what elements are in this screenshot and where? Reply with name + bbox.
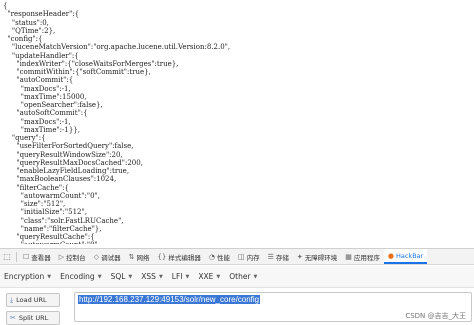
devtools-tab-icon: {} <box>157 252 167 261</box>
hackbar-menu-item[interactable]: Encryption ▼ <box>4 272 51 281</box>
devtools-tab-icon: ☐ <box>23 252 30 261</box>
hackbar-menu-item[interactable]: SQL ▼ <box>111 272 133 281</box>
devtools-tab-label: 样式编辑器 <box>168 253 201 262</box>
hackbar-menu-item[interactable]: XXE ▼ <box>198 272 220 281</box>
devtools-tab-label: 查看器 <box>31 253 51 262</box>
devtools-toolbar: ⬚ ☐ 查看器 ▷ 控制台 ◇ 调试器 ⇅ 网络{} 样式编辑器 ◔ 性能 ◫ 内存 ☰ 存储 ✦ 无障碍环境 ▦… <box>0 248 474 265</box>
hackbar-menu-label: Other <box>229 272 251 281</box>
devtools-tab[interactable]: {} 样式编辑器 <box>153 249 204 264</box>
tab-separator <box>16 251 17 262</box>
devtools-tab[interactable]: ☐ 查看器 <box>19 249 55 264</box>
devtools-tab[interactable]: ☰ 存储 <box>264 249 293 264</box>
chevron-down-icon: ▼ <box>128 273 133 280</box>
devtools-tab-label: 存储 <box>275 253 289 262</box>
devtools-tabs: ☐ 查看器 ▷ 控制台 ◇ 调试器 ⇅ 网络{} 样式编辑器 ◔ 性能 ◫ 内存 ☰ 存储 ✦ 无障碍环境 ▦ 应用… <box>14 249 428 264</box>
hackbar-menu-item[interactable]: Encoding ▼ <box>60 272 101 281</box>
hackbar-body: ⤓ Load URL ✂ Split URL http://192.168.23… <box>0 288 474 325</box>
hackbar-menu-item[interactable]: XSS ▼ <box>141 272 163 281</box>
devtools-tab[interactable]: ◇ 调试器 <box>90 249 125 264</box>
hackbar-menu-item[interactable]: LFI ▼ <box>172 272 190 281</box>
chevron-down-icon: ▼ <box>97 273 102 280</box>
devtools-tab-label: 无障碍环境 <box>304 253 338 262</box>
hackbar-menu: Encryption ▼ Encoding ▼ SQL ▼ XSS ▼ LFI ▼ XXE ▼ Othe… <box>0 266 474 288</box>
split-url-label: Split URL <box>18 314 49 322</box>
devtools-tab[interactable]: ● HackBar <box>383 249 428 264</box>
load-url-icon: ⤓ <box>10 295 14 304</box>
devtools-tab-icon: ⇅ <box>128 252 135 261</box>
load-url-button[interactable]: ⤓ Load URL <box>6 293 60 307</box>
devtools-tab-label: 网络 <box>136 253 150 262</box>
devtools-tab-label: 应用程序 <box>353 253 380 262</box>
devtools-tab[interactable]: ◫ 内存 <box>234 249 264 264</box>
load-url-label: Load URL <box>16 296 47 304</box>
devtools-tab[interactable]: ⇅ 网络 <box>125 249 154 264</box>
devtools-tab-icon: ◫ <box>237 252 245 261</box>
chevron-down-icon: ▼ <box>253 273 258 280</box>
devtools-tab-label: 控制台 <box>66 253 86 262</box>
devtools-tab-label: 调试器 <box>101 253 121 262</box>
element-picker-icon[interactable]: ⬚ <box>0 249 14 264</box>
devtools-tab[interactable]: ▷ 控制台 <box>55 249 90 264</box>
chevron-down-icon: ▼ <box>158 273 163 280</box>
devtools-tab-label: HackBar <box>395 251 424 260</box>
devtools-tab-icon: ◇ <box>93 252 100 261</box>
hackbar-menu-label: XXE <box>198 272 214 281</box>
json-text: { "responseHeader":{ "status":0, "QTime"… <box>3 2 231 244</box>
split-url-icon: ✂ <box>10 314 16 322</box>
json-response-viewer: { "responseHeader":{ "status":0, "QTime"… <box>0 0 474 244</box>
devtools-tab-icon: ● <box>387 251 394 260</box>
hackbar-menu-item[interactable]: Other ▼ <box>229 272 257 281</box>
devtools-tab-label: 内存 <box>246 253 260 262</box>
hackbar-menu-label: SQL <box>110 272 126 281</box>
hackbar-menu-label: XSS <box>141 272 156 281</box>
devtools-tab[interactable]: ✦ 无障碍环境 <box>293 249 341 264</box>
hackbar-menu-label: Encoding <box>60 272 95 281</box>
hackbar-menu-label: LFI <box>171 272 183 281</box>
devtools-tab[interactable]: ▦ 应用程序 <box>341 249 384 264</box>
split-url-button[interactable]: ✂ Split URL <box>6 311 60 325</box>
devtools-tab[interactable]: ◔ 性能 <box>205 249 234 264</box>
chevron-down-icon: ▼ <box>185 273 190 280</box>
devtools-tab-label: 性能 <box>216 253 230 262</box>
devtools-tab-icon: ▦ <box>345 252 352 261</box>
chevron-down-icon: ▼ <box>47 273 52 280</box>
devtools-tab-icon: ☰ <box>267 252 274 261</box>
devtools-tab-icon: ◔ <box>208 252 215 261</box>
hackbar-menu-label: Encryption <box>4 272 45 281</box>
watermark: CSDN @吉吉_大王 <box>405 312 466 320</box>
devtools-tab-icon: ✦ <box>296 252 303 261</box>
devtools-tab-icon: ▷ <box>58 252 65 261</box>
chevron-down-icon: ▼ <box>216 273 221 280</box>
url-text: http://192.168.237.129:49153/solr/new_co… <box>78 295 261 304</box>
